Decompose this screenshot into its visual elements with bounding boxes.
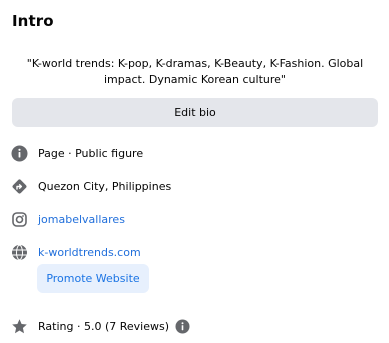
promote-website-button[interactable]: Promote Website <box>37 264 149 293</box>
bio-text: "K-world trends: K-pop, K-dramas, K-Beau… <box>26 57 364 86</box>
instagram-link[interactable]: jomabelvallares <box>38 213 125 226</box>
info-icon <box>11 145 28 162</box>
rating-text: Rating · 5.0 (7 Reviews) <box>38 319 170 333</box>
website-row: k-worldtrends.com <box>11 242 141 262</box>
category-row: Page · Public figure <box>11 143 143 163</box>
instagram-icon <box>11 211 28 228</box>
directions-icon <box>11 178 28 195</box>
globe-icon <box>11 244 28 261</box>
location-text: Quezon City, Philippines <box>38 179 172 193</box>
rating-row: Rating · 5.0 (7 Reviews) <box>11 316 190 336</box>
edit-bio-button[interactable]: Edit bio <box>12 98 378 127</box>
website-link[interactable]: k-worldtrends.com <box>38 246 141 259</box>
location-row: Quezon City, Philippines <box>11 176 171 196</box>
intro-card: Intro "K-world trends: K-pop, K-dramas, … <box>0 0 389 343</box>
instagram-row: jomabelvallares <box>11 209 125 229</box>
rating-info-icon[interactable] <box>175 319 190 334</box>
star-icon <box>11 318 28 335</box>
category-text: Page · Public figure <box>38 146 144 160</box>
intro-title: Intro <box>12 12 54 30</box>
